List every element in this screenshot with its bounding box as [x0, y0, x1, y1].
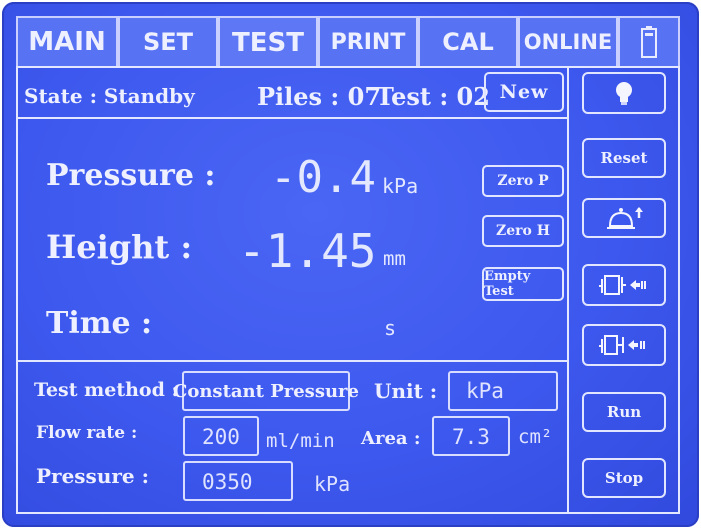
tab-cal[interactable]: CAL [418, 16, 518, 66]
frame-top [16, 66, 680, 68]
pressure-setting-label: Pressure : [36, 464, 149, 488]
test-count: Test : 02 [376, 82, 490, 111]
light-button[interactable] [582, 72, 666, 114]
pressure-setting-unit: kPa [314, 472, 351, 496]
tab-online[interactable]: ONLINE [518, 16, 618, 66]
empty-test-button[interactable]: Empty Test [482, 267, 564, 301]
time-unit: s [384, 316, 397, 340]
zero-h-button[interactable]: Zero H [482, 215, 564, 247]
tab-set[interactable]: SET [118, 16, 218, 66]
bell-up-button[interactable] [582, 198, 666, 238]
clamp-release-icon [599, 275, 646, 295]
tab-main[interactable]: MAIN [16, 16, 118, 66]
clamp-press-icon [599, 335, 645, 355]
area-value: 7.3 [452, 425, 490, 449]
flow-rate-unit: ml/min [266, 430, 335, 452]
tab-test-label: TEST [232, 28, 304, 58]
pressure-value: -0.4 [270, 152, 376, 203]
unit-field[interactable]: kPa [448, 371, 558, 411]
frame-sidebar-divider [567, 66, 569, 514]
time-label: Time : [46, 306, 153, 341]
frame-right [678, 66, 680, 514]
zero-p-button[interactable]: Zero P [482, 165, 564, 197]
run-label: Run [606, 403, 642, 421]
tab-online-label: ONLINE [523, 30, 613, 54]
pressure-setting-field[interactable]: 0350 [183, 461, 293, 501]
state-text: State : Standby [24, 84, 195, 108]
battery-icon [641, 26, 657, 58]
frame-bottom [16, 512, 680, 514]
test-method-field[interactable]: Constant Pressure [173, 371, 359, 411]
battery-tab[interactable] [618, 16, 680, 66]
height-value: -1.45 [238, 224, 377, 278]
tab-test[interactable]: TEST [218, 16, 318, 68]
clamp-press-button[interactable] [582, 324, 666, 366]
reset-button[interactable]: Reset [582, 138, 666, 178]
area-label: Area : [361, 428, 421, 449]
unit-label: Unit : [374, 379, 438, 403]
clamp-release-button[interactable] [582, 264, 666, 306]
reset-label: Reset [600, 149, 648, 167]
empty-test-label: Empty Test [484, 269, 531, 299]
lcd-screen: MAIN SET TEST PRINT CAL ONLINE State : S… [2, 2, 699, 527]
flow-rate-value: 200 [202, 425, 240, 449]
piles-count: Piles : 07 [257, 82, 382, 111]
lightbulb-icon [616, 82, 632, 105]
flow-rate-field[interactable]: 200 [183, 416, 259, 456]
area-unit: cm² [518, 426, 553, 448]
test-method-label: Test method : [34, 379, 179, 401]
stop-label: Stop [604, 469, 644, 487]
area-field[interactable]: 7.3 [432, 416, 510, 456]
tab-set-label: SET [142, 28, 194, 56]
new-button[interactable]: New [484, 72, 564, 112]
divider-status [16, 117, 567, 119]
divider-settings [16, 360, 567, 362]
stop-button[interactable]: Stop [582, 458, 666, 498]
height-label: Height : [46, 228, 193, 266]
pressure-unit: kPa [382, 174, 419, 198]
pressure-setting-value: 0350 [202, 470, 253, 494]
tab-print[interactable]: PRINT [318, 16, 418, 66]
bell-up-icon [607, 207, 643, 229]
unit-value: kPa [466, 379, 504, 403]
height-unit: mm [383, 248, 406, 270]
tab-main-label: MAIN [28, 27, 106, 57]
run-button[interactable]: Run [582, 392, 666, 432]
tab-print-label: PRINT [330, 29, 406, 55]
pressure-label: Pressure : [46, 158, 216, 193]
test-method-value: Constant Pressure [173, 380, 359, 402]
tab-cal-label: CAL [442, 28, 494, 56]
frame-left [16, 66, 18, 514]
new-button-label: New [499, 81, 549, 103]
zero-h-label: Zero H [496, 223, 550, 239]
flow-rate-label: Flow rate : [36, 423, 138, 443]
zero-p-label: Zero P [497, 173, 549, 189]
